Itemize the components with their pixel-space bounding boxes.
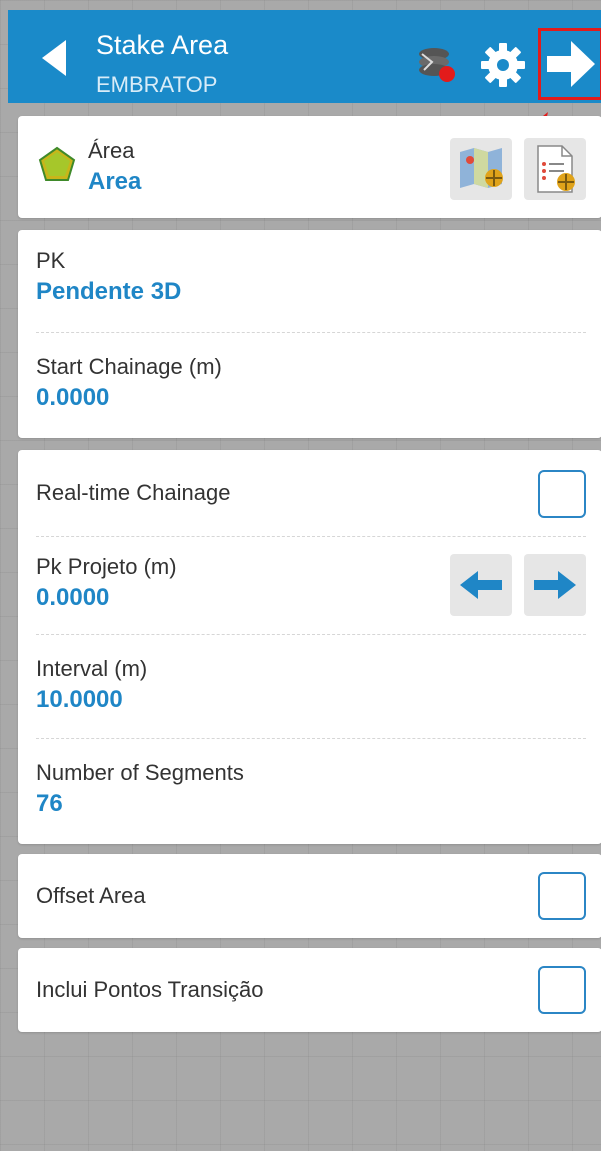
select-area-from-list-button[interactable] [524, 138, 586, 200]
transition-points-card: Inclui Pontos Transição [18, 948, 601, 1032]
next-arrow-icon [547, 41, 595, 87]
top-app-bar: Stake Area EMBRATOP [8, 10, 601, 103]
divider [36, 738, 586, 739]
divider [36, 634, 586, 635]
start-chainage-value: 0.0000 [36, 384, 110, 411]
start-chainage-label: Start Chainage (m) [36, 354, 222, 379]
segments-row[interactable]: Number of Segments 76 [36, 760, 586, 818]
transition-points-label: Inclui Pontos Transição [36, 977, 264, 1002]
realtime-chainage-row: Real-time Chainage [36, 480, 586, 506]
settings-button[interactable] [478, 40, 525, 87]
map-select-icon [460, 148, 503, 188]
pk-previous-button[interactable] [450, 554, 512, 616]
segments-value: 76 [36, 790, 63, 817]
area-label: Área [88, 138, 135, 163]
list-select-icon [537, 145, 575, 193]
divider [36, 536, 586, 537]
transition-points-row: Inclui Pontos Transição [36, 977, 586, 1003]
offset-area-card: Offset Area [18, 854, 601, 938]
divider [36, 332, 586, 333]
pk-next-button[interactable] [524, 554, 586, 616]
offset-area-label: Offset Area [36, 883, 146, 908]
area-card[interactable]: Área Area [18, 116, 601, 218]
segments-label: Number of Segments [36, 760, 244, 785]
back-button[interactable] [36, 38, 76, 78]
survey-status-button[interactable] [414, 44, 458, 88]
pk-label: PK [36, 248, 66, 273]
interval-row[interactable]: Interval (m) 10.0000 [36, 656, 586, 714]
page-subtitle: EMBRATOP [96, 72, 218, 97]
pk-card: PK Pendente 3D Start Chainage (m) 0.0000 [18, 230, 601, 438]
polygon-icon [38, 146, 76, 181]
pk-value: Pendente 3D [36, 278, 182, 305]
offset-area-checkbox[interactable] [538, 872, 586, 920]
realtime-chainage-label: Real-time Chainage [36, 480, 231, 505]
area-value: Area [88, 168, 142, 195]
interval-value: 10.0000 [36, 686, 123, 713]
offset-area-row: Offset Area [36, 883, 586, 909]
select-area-from-map-button[interactable] [450, 138, 512, 200]
arrow-left-icon [460, 571, 502, 599]
transition-points-checkbox[interactable] [538, 966, 586, 1014]
survey-status-icon [419, 48, 455, 82]
gear-icon [481, 43, 525, 87]
next-button[interactable] [538, 28, 601, 100]
back-arrow-icon [42, 40, 66, 76]
chainage-card: Real-time Chainage Pk Projeto (m) 0.0000… [18, 450, 601, 844]
start-chainage-row[interactable]: Start Chainage (m) 0.0000 [36, 354, 586, 412]
arrow-right-icon [534, 571, 576, 599]
realtime-chainage-checkbox[interactable] [538, 470, 586, 518]
pk-row[interactable]: PK Pendente 3D [36, 248, 586, 306]
interval-label: Interval (m) [36, 656, 148, 681]
page-title: Stake Area [96, 30, 229, 60]
